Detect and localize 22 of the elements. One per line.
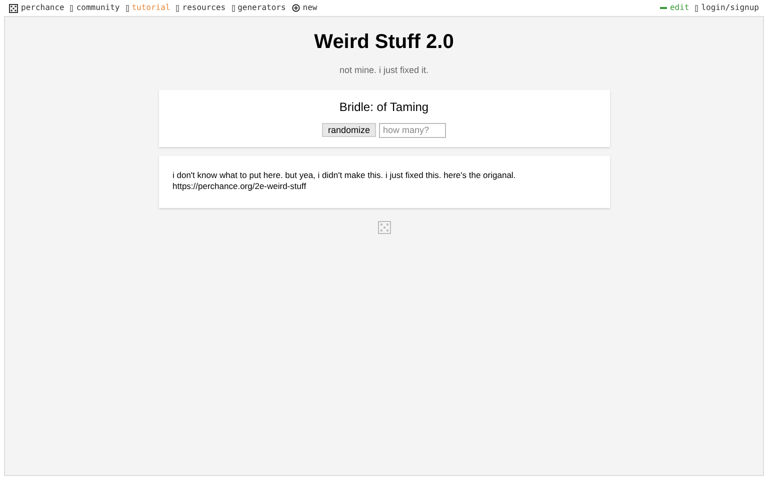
- subtitle: not mine. i just fixed it.: [339, 64, 429, 77]
- missing-glyph-icon: [126, 4, 129, 12]
- generator-output: Bridle: of Taming: [339, 98, 429, 114]
- missing-glyph-icon: [70, 4, 74, 12]
- dice-icon: [9, 4, 18, 12]
- plus-circle-icon: [292, 4, 300, 12]
- nav-link[interactable]: login/signup: [695, 2, 759, 14]
- missing-glyph-icon: [176, 4, 180, 12]
- nav-link[interactable]: perchance: [9, 2, 64, 14]
- nav-link[interactable]: edit: [660, 2, 690, 14]
- nav-link[interactable]: resources: [176, 2, 226, 14]
- count-field[interactable]: how many?: [379, 122, 446, 138]
- nav-link[interactable]: community: [70, 2, 120, 14]
- description-text: i don't know what to put here. but yea, i didn't make this. i just fixed this. here's the origanal.: [172, 170, 517, 180]
- dice-icon: [378, 220, 390, 234]
- original-link[interactable]: https://perchance.org/2e-weird-stuff: [172, 180, 306, 190]
- nav-link[interactable]: new: [292, 2, 318, 14]
- missing-glyph-icon: [232, 4, 235, 12]
- missing-glyph-icon: [695, 4, 698, 12]
- nav-link[interactable]: generators: [232, 2, 286, 14]
- page-title: Weird Stuff 2.0: [314, 30, 454, 54]
- randomize-button[interactable]: randomize: [322, 123, 376, 137]
